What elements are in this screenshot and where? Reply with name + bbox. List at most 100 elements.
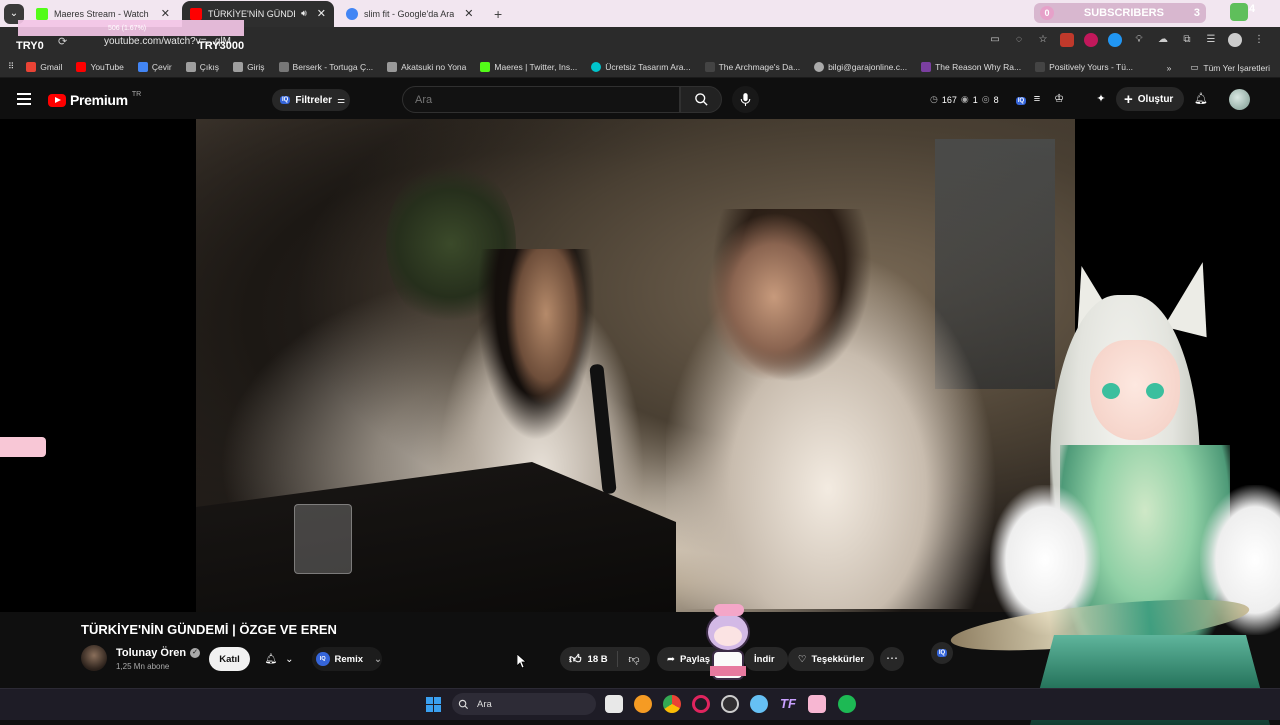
tf-app-icon[interactable]: TF — [779, 695, 797, 713]
new-tab-button[interactable]: + — [494, 6, 502, 22]
subscription-bell-button[interactable]: 🔔︎ ⌄ — [256, 647, 302, 671]
search-icon — [694, 93, 708, 106]
create-button[interactable]: + Oluştur — [1116, 87, 1184, 111]
extension-logo-icon[interactable]: ✦ — [1094, 92, 1108, 106]
extension-cloud-icon[interactable]: ☁ — [1156, 33, 1170, 47]
extension-stats: ◷ 167 ◉ 1 ◎ 8 — [930, 94, 999, 105]
bookmark-label: Çıkış — [199, 61, 220, 72]
eye-off-icon[interactable]: ◌ — [1012, 33, 1026, 47]
browser-menu-icon[interactable]: ⋮ — [1252, 33, 1266, 47]
apps-grid-icon[interactable]: ⠿ — [8, 61, 14, 72]
star-icon[interactable]: ☆ — [1036, 33, 1050, 47]
voice-search-button[interactable] — [732, 86, 759, 113]
bookmark-page-icon — [233, 61, 244, 72]
bookmark-archmage[interactable]: The Archmage's Da... — [704, 61, 800, 72]
subscribers-right-count: 3 — [1193, 7, 1200, 19]
bookmark-positively[interactable]: Positively Yours - Tü... — [1035, 61, 1133, 72]
close-tab-icon[interactable]: ✕ — [317, 7, 326, 20]
globe-icon — [814, 61, 825, 72]
taskbar-search[interactable]: Ara — [452, 693, 596, 715]
bookmark-maeres[interactable]: Maeres | Twitter, Ins... — [480, 61, 577, 72]
orange-app-icon[interactable] — [634, 695, 652, 713]
subscribers-label: SUBSCRIBERS — [1083, 7, 1164, 19]
steam-icon[interactable] — [750, 695, 768, 713]
try0-overlay: TRY0 — [16, 40, 44, 52]
profile-avatar-icon[interactable] — [1228, 33, 1242, 47]
trophy-icon[interactable]: ♔ — [1052, 92, 1066, 106]
pink-app-icon[interactable] — [808, 695, 826, 713]
chrome-icon[interactable] — [663, 695, 681, 713]
reload-icon[interactable]: ⟳ — [58, 35, 67, 48]
window-count: 4 — [1249, 3, 1256, 15]
bookmark-label: Akatsuki no Yona — [401, 61, 467, 72]
bookmark-akatsuki[interactable]: Akatsuki no Yona — [387, 61, 467, 72]
extensions-puzzle-icon[interactable]: ⧉ — [1180, 33, 1194, 47]
folder-icon: ▭ — [1190, 62, 1199, 72]
bookmark-canva[interactable]: Ücretsiz Tasarım Ara... — [591, 61, 691, 72]
try3000-overlay: TRY3000 — [198, 40, 245, 52]
opera-icon[interactable] — [692, 695, 710, 713]
tab-google-search[interactable]: slim fit - Google'da Ara ✕ — [338, 1, 488, 27]
filters-button[interactable]: IQ Filtreler ⚌ — [272, 89, 350, 111]
like-button[interactable]: 👍︎ 18 B — [560, 651, 618, 667]
bookmark-berserk[interactable]: Berserk - Tortuga Ç... — [278, 61, 373, 72]
stat-eye: 1 — [972, 94, 978, 105]
notifications-bell-icon[interactable]: 🔔︎ — [1194, 92, 1208, 106]
taskbar-search-label: Ara — [477, 698, 492, 710]
logo-text: Premium — [70, 92, 128, 108]
stat-other: 8 — [993, 94, 999, 105]
list-icon[interactable]: ≡ — [1030, 92, 1044, 106]
subscriber-count: 1,25 Mn abone — [116, 662, 170, 671]
stat-views: 167 — [941, 94, 957, 105]
close-tab-icon[interactable]: ✕ — [464, 7, 473, 20]
spotify-icon[interactable] — [838, 695, 856, 713]
youtube-play-icon — [48, 93, 66, 107]
more-actions-button[interactable]: ⋯ — [880, 647, 904, 671]
subscribers-widget: 0 SUBSCRIBERS 3 — [1034, 3, 1206, 23]
menu-icon[interactable] — [17, 93, 31, 105]
channel-name[interactable]: Tolunay Ören — [116, 647, 186, 659]
reading-list-icon[interactable]: ☰ — [1204, 33, 1218, 47]
bookmark-bilgi[interactable]: bilgi@garajonline.c... — [814, 61, 907, 72]
remix-button[interactable]: IQ Remix ⌄ — [312, 647, 382, 671]
windows-start-icon[interactable] — [426, 697, 441, 712]
search-input[interactable] — [402, 86, 680, 113]
channel-avatar[interactable] — [81, 645, 107, 671]
sliders-icon: ⚌ — [337, 94, 346, 105]
bookmark-site-icon — [1035, 61, 1046, 72]
extension-pink-icon[interactable] — [1084, 33, 1098, 47]
all-bookmarks-folder[interactable]: Tüm Yer İşaretleri — [1203, 63, 1270, 73]
search-button[interactable] — [680, 86, 722, 113]
chevron-down-icon: ⌄ — [374, 653, 382, 665]
cast-icon[interactable]: ▭ — [988, 33, 1002, 47]
user-avatar[interactable] — [1229, 89, 1250, 110]
bookmark-login[interactable]: Giriş — [233, 61, 265, 72]
obs-icon[interactable] — [721, 695, 739, 713]
bookmark-translate[interactable]: Çevir — [137, 61, 172, 72]
bookmark-reason[interactable]: The Reason Why Ra... — [921, 61, 1021, 72]
stream-progress-text: 506 (1.67%) — [108, 25, 147, 32]
bookmark-label: Çevir — [151, 61, 172, 72]
window-badge-icon — [1230, 3, 1248, 21]
file-explorer-icon[interactable] — [605, 695, 623, 713]
dislike-button[interactable]: 👎︎ — [618, 653, 650, 666]
extension-red-icon[interactable] — [1060, 33, 1074, 47]
video-frame[interactable] — [196, 119, 1075, 612]
bookmarks-right: » ▭ Tüm Yer İşaretleri — [1167, 62, 1270, 73]
extension-bulb-icon[interactable]: 💡︎ — [1132, 33, 1146, 47]
join-button[interactable]: Katıl — [209, 647, 250, 671]
bookmark-gmail[interactable]: Gmail — [26, 61, 62, 72]
iq-extension-icon[interactable]: IQ — [1014, 92, 1028, 106]
thanks-button[interactable]: ♡ Teşekkürler — [788, 647, 874, 671]
youtube-logo[interactable]: Premium TR — [48, 91, 141, 108]
extension-blue-icon[interactable] — [1108, 33, 1122, 47]
speaker-icon[interactable]: 🔊︎ — [301, 8, 307, 19]
bookmarks-more-button[interactable]: » — [1167, 63, 1172, 73]
bookmark-logout[interactable]: Çıkış — [185, 61, 220, 72]
channel-name-row[interactable]: Tolunay Ören ✓ — [116, 647, 201, 659]
translate-icon — [137, 61, 148, 72]
bookmark-site-icon — [278, 61, 289, 72]
close-tab-icon[interactable]: ✕ — [161, 7, 170, 20]
pink-overlay-marker — [0, 437, 46, 457]
bookmark-youtube[interactable]: YouTube — [76, 61, 124, 72]
